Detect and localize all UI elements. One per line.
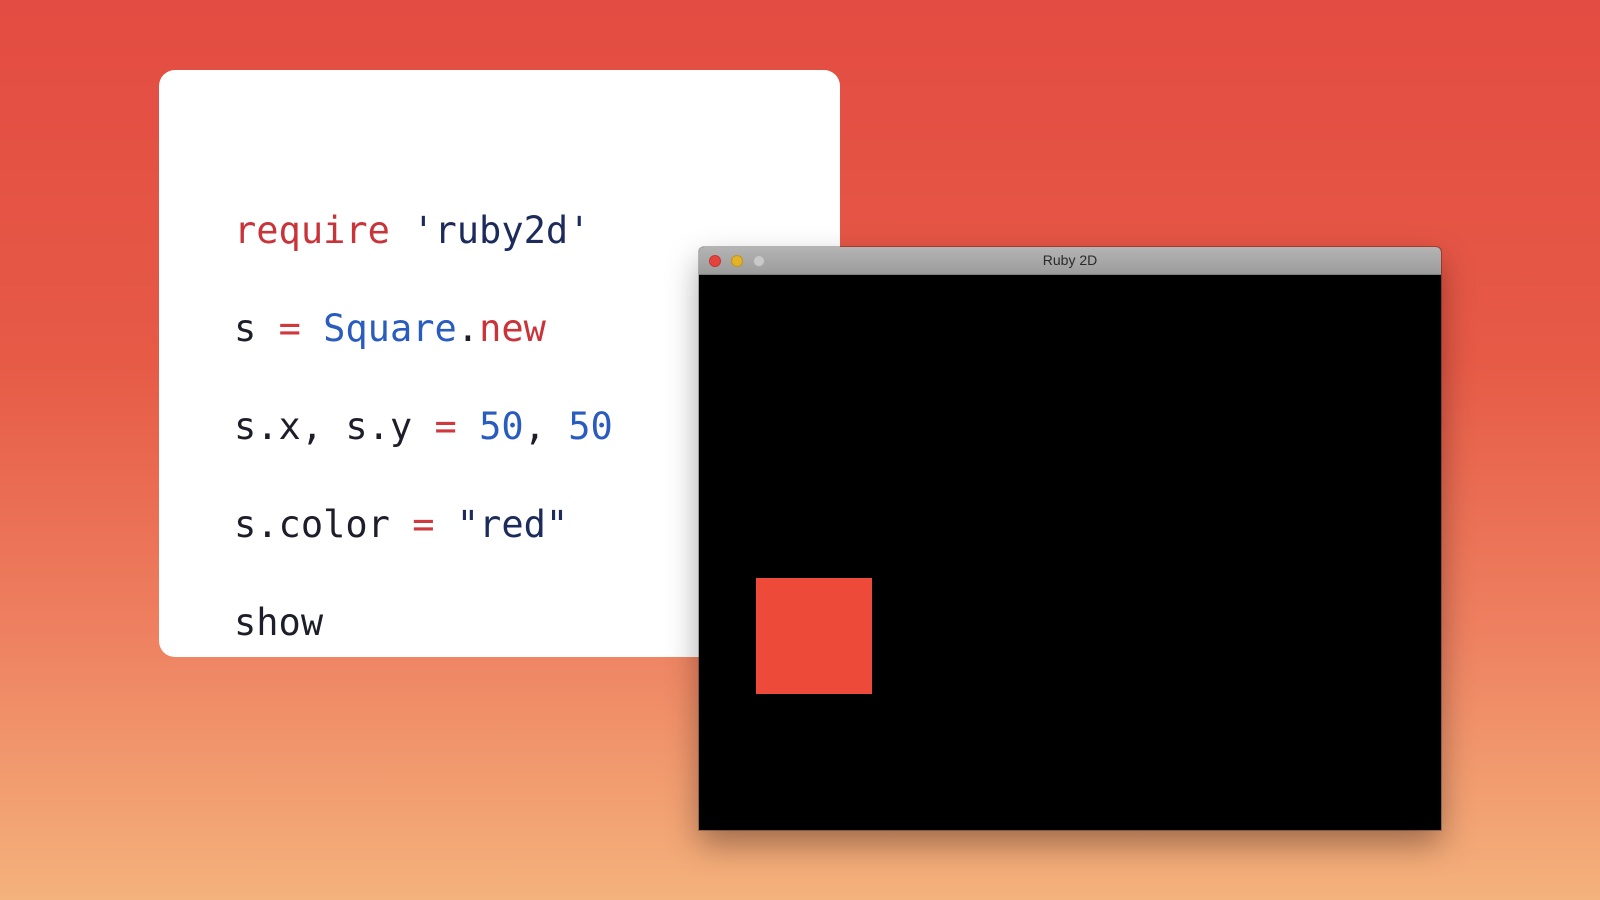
- code-token-number: 50: [568, 405, 613, 448]
- code-line-4: s.color = "red": [234, 503, 568, 547]
- code-token-op: =: [412, 503, 435, 546]
- code-line-1: require 'ruby2d': [234, 209, 590, 253]
- code-line-5: show: [234, 601, 323, 645]
- window-title: Ruby 2D: [1042, 252, 1098, 268]
- code-token-op: =: [278, 307, 301, 350]
- code-token-plain: s.color: [234, 503, 390, 546]
- code-token-plain: show: [234, 601, 324, 644]
- code-token-plain: ,: [523, 405, 569, 448]
- code-line-3: s.x, s.y = 50, 50: [234, 405, 613, 449]
- code-token-keyword: require: [234, 209, 390, 252]
- window-titlebar[interactable]: Ruby 2D: [699, 247, 1441, 275]
- code-token-string: 'ruby2d': [412, 209, 591, 252]
- code-token-string: "red": [456, 503, 569, 546]
- code-token-const: Square: [323, 307, 457, 350]
- red-square: [756, 578, 872, 694]
- code-token-op: =: [434, 405, 457, 448]
- ruby2d-window: Ruby 2D: [699, 247, 1441, 830]
- code-token-number: 50: [479, 405, 524, 448]
- code-token-plain: s.x, s.y: [234, 405, 413, 448]
- code-token-plain: .: [456, 307, 480, 350]
- code-line-2: s = Square.new: [234, 307, 546, 351]
- code-token-keyword: new: [479, 307, 546, 350]
- code-token-plain: s: [234, 307, 257, 350]
- render-canvas: [699, 275, 1441, 830]
